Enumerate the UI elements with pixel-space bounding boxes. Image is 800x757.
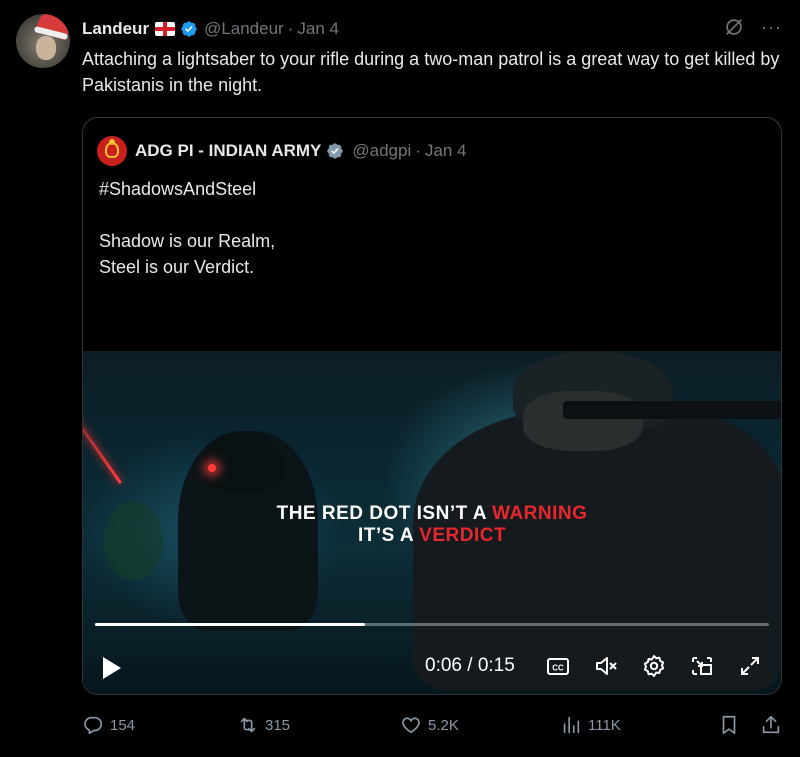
more-icon[interactable]: ···: [761, 18, 782, 36]
caption-red-text: WARNING: [492, 503, 588, 524]
quoted-header-separator: ·: [415, 141, 421, 160]
views-icon: [563, 716, 580, 734]
video-time: 0:06 / 0:15: [425, 655, 515, 676]
author-avatar[interactable]: [16, 14, 70, 68]
video-controls: 0:06 / 0:15 CC: [83, 641, 781, 691]
author-handle[interactable]: @Landeur: [204, 19, 284, 39]
reply-button[interactable]: 154: [82, 714, 135, 736]
quoted-author-handle[interactable]: @adgpi: [352, 141, 411, 161]
cc-label: CC: [552, 664, 564, 673]
quoted-hashtag[interactable]: #ShadowsAndSteel: [99, 176, 759, 202]
quoted-text-line: Steel is our Verdict.: [99, 257, 255, 277]
pip-icon[interactable]: [689, 653, 715, 679]
tweet-action-bar: 154 315 5.2K 111K: [82, 710, 782, 742]
video-player[interactable]: THE RED DOT ISN’T A WARNING IT’S A VERDI…: [83, 351, 781, 694]
army-emblem-top: [109, 139, 115, 145]
like-icon: [402, 717, 420, 734]
tweet-date[interactable]: Jan 4: [297, 19, 339, 39]
quoted-author-avatar[interactable]: [97, 136, 127, 166]
share-icon[interactable]: [760, 714, 782, 736]
like-button[interactable]: 5.2K: [400, 714, 459, 736]
video-helmet-left: [203, 431, 283, 491]
video-progress-bar[interactable]: [95, 623, 769, 626]
tweet-header: Landeur @Landeur · Jan 4: [82, 16, 339, 42]
quoted-text-line: Shadow is our Realm,: [99, 231, 276, 251]
video-laser-dot: [208, 464, 216, 472]
mute-icon[interactable]: [593, 653, 619, 679]
author-name[interactable]: Landeur: [82, 19, 149, 39]
like-count: 5.2K: [428, 716, 459, 734]
tweet-top-actions: ···: [723, 16, 782, 38]
repost-button[interactable]: 315: [237, 714, 290, 736]
play-icon[interactable]: [103, 657, 121, 679]
quoted-author-name[interactable]: ADG PI - INDIAN ARMY: [135, 141, 321, 161]
video-caption-line1: THE RED DOT ISN’T A WARNING: [83, 503, 781, 525]
verified-badge-icon[interactable]: [326, 142, 344, 160]
fullscreen-icon[interactable]: [737, 653, 763, 679]
video-rifle: [563, 401, 781, 419]
quoted-tweet-date[interactable]: Jan 4: [425, 141, 467, 161]
caption-white-text: THE RED DOT ISN’T A: [276, 503, 493, 524]
bookmark-icon[interactable]: [718, 714, 740, 736]
reply-count: 154: [110, 716, 136, 734]
caption-red-text: VERDICT: [419, 525, 507, 546]
video-soldier-face: [523, 391, 643, 451]
caption-white-text: IT’S A: [357, 525, 420, 546]
grok-icon[interactable]: [723, 16, 745, 38]
video-progress-fill: [95, 623, 365, 626]
quoted-tweet[interactable]: ADG PI - INDIAN ARMY @adgpi · Jan 4 #Sha…: [82, 117, 782, 695]
repost-count: 315: [265, 716, 291, 734]
views-button[interactable]: 111K: [560, 714, 621, 736]
quoted-tweet-header: ADG PI - INDIAN ARMY @adgpi · Jan 4: [97, 136, 467, 166]
england-flag-icon: [155, 22, 176, 36]
verified-badge-icon[interactable]: [180, 20, 198, 38]
quoted-tweet-text: #ShadowsAndSteel Shadow is our Realm, St…: [99, 176, 759, 280]
settings-icon[interactable]: [641, 653, 667, 679]
views-count: 111K: [588, 716, 621, 734]
tweet-text: Attaching a lightsaber to your rifle dur…: [82, 49, 780, 95]
repost-icon: [240, 717, 256, 733]
reply-icon: [84, 716, 103, 735]
video-caption-line2: IT’S A VERDICT: [83, 525, 781, 547]
avatar-face: [36, 36, 56, 60]
header-separator: ·: [287, 19, 294, 38]
cc-icon[interactable]: CC: [545, 653, 571, 679]
quoted-blank-line: [99, 202, 759, 228]
